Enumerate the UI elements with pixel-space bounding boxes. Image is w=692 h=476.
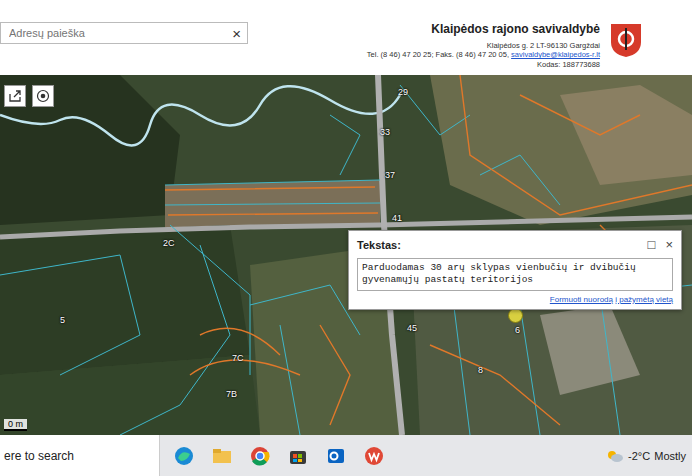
org-name: Klaipėdos rajono savivaldybė (367, 22, 600, 36)
taskbar-search[interactable]: ere to search (0, 435, 160, 476)
popup-title-bar: Tekstas:□× (357, 237, 673, 252)
org-text: Klaipėdos rajono savivaldybė Klaipėdos g.… (367, 22, 600, 69)
popup-title: Tekstas: (357, 239, 401, 251)
close-button[interactable]: × (665, 237, 673, 252)
locate-button[interactable] (32, 85, 54, 107)
taskbar: ere to search -2°C Mostly (0, 435, 692, 476)
parcel-label: 45 (407, 323, 417, 333)
parcel-label: 5 (60, 315, 65, 325)
maximize-button[interactable]: □ (648, 237, 656, 252)
popup-textarea[interactable]: Parduodamas 30 arų sklypas vienbučių ir … (357, 258, 673, 291)
text-popup: Tekstas:□×Parduodamas 30 arų sklypas vie… (348, 230, 682, 310)
org-contacts-line: Tel. (8 46) 47 20 25; Faks. (8 46) 47 20… (367, 50, 600, 59)
edge-icon (173, 445, 195, 467)
org-contacts: Tel. (8 46) 47 20 25; Faks. (8 46) 47 20… (367, 50, 511, 59)
parcel-label: 37 (385, 170, 395, 180)
clear-button[interactable]: × (232, 26, 241, 41)
coat-of-arms-icon (608, 22, 644, 58)
taskbar-app[interactable] (324, 444, 348, 468)
taskbar-app[interactable] (172, 444, 196, 468)
taskbar-app[interactable] (362, 444, 386, 468)
address-search-input[interactable] (7, 26, 232, 40)
taskbar-app[interactable] (248, 444, 272, 468)
parcel-label: 29 (398, 87, 408, 97)
chrome-icon (249, 445, 271, 467)
org-info: Klaipėdos rajono savivaldybė Klaipėdos g.… (367, 22, 644, 69)
parcel-label: 7C (232, 353, 244, 363)
taskbar-apps (160, 444, 386, 468)
outlook-icon (325, 445, 347, 467)
weather-desc: Mostly (654, 450, 686, 462)
map[interactable]: 293337412C45687C7B50 mTekstas:□×Parduoda… (0, 75, 692, 435)
header: × Klaipėdos rajono savivaldybė Klaipėdos g… (0, 0, 692, 75)
taskbar-app[interactable] (210, 444, 234, 468)
link-button[interactable]: Formuoti nuorodą į pažymėtą vietą (357, 295, 673, 304)
cloud-sun-icon (606, 449, 624, 463)
taskbar-app[interactable] (286, 444, 310, 468)
wps-icon (363, 445, 385, 467)
parcel-label: 33 (380, 127, 390, 137)
org-code: Kodas: 188773688 (367, 60, 600, 69)
org-email[interactable]: savivaldybe@klaipedos-r.lt (511, 50, 600, 59)
parcel-label: 2C (163, 238, 175, 248)
address-search[interactable]: × (0, 22, 248, 44)
org-address: Klaipėdos g. 2 LT-96130 Gargždai (367, 41, 600, 50)
locate-icon (36, 89, 50, 103)
share-button[interactable] (4, 85, 26, 107)
store-icon (287, 445, 309, 467)
share-icon (8, 89, 22, 103)
parcel-label: 8 (478, 365, 483, 375)
popup-buttons: □× (648, 237, 673, 252)
weather[interactable]: -2°C Mostly (606, 449, 692, 463)
parcel-label: 7B (226, 389, 237, 399)
marker-icon[interactable] (508, 308, 523, 323)
parcel-label: 41 (392, 213, 402, 223)
scale-bar: 0 m (4, 419, 27, 431)
folder-icon (211, 445, 233, 467)
weather-temp: -2°C (628, 450, 650, 462)
parcel-label: 6 (515, 325, 520, 335)
